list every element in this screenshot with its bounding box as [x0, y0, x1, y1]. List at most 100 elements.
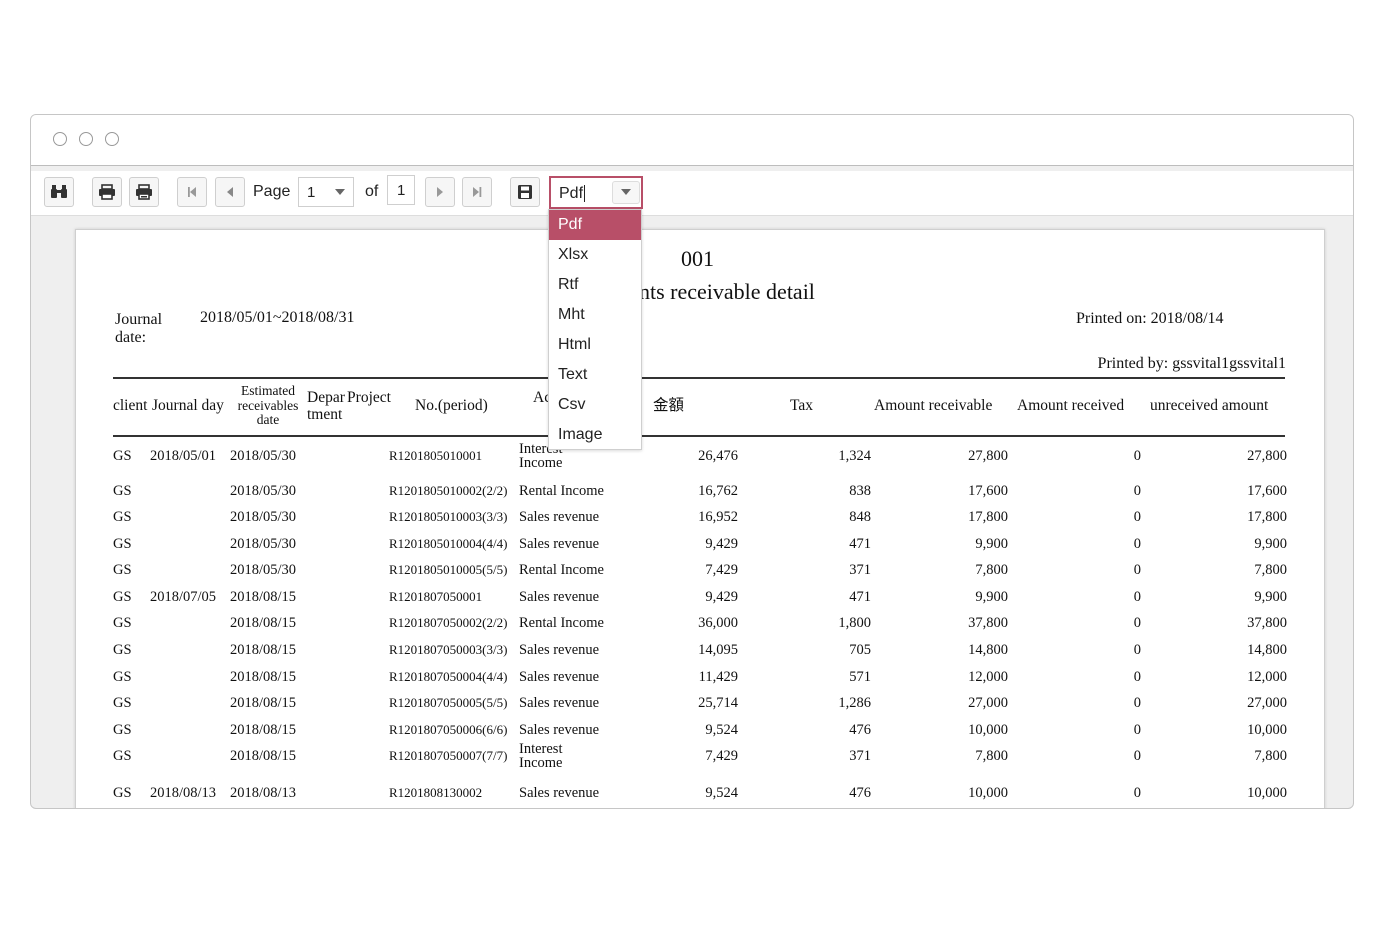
- format-option-html[interactable]: Html: [549, 330, 641, 360]
- text-caret: [584, 185, 585, 202]
- cell-client: GS: [113, 695, 132, 711]
- cell-tax: 1,286: [838, 695, 871, 711]
- cell-account: Sales revenue: [519, 669, 600, 685]
- cell-account: Sales revenue: [519, 785, 600, 801]
- cell-amount: 16,952: [698, 509, 738, 525]
- cell-tax: 471: [849, 536, 871, 552]
- cell-amount: 7,429: [705, 562, 738, 578]
- cell-no-period: R1201807050006(6/6): [389, 722, 508, 737]
- cell-unreceived-amount: 37,800: [1247, 615, 1287, 631]
- cell-no-period: R1201805010001: [389, 448, 483, 463]
- format-option-mht[interactable]: Mht: [549, 300, 641, 330]
- cell-amount-received: 0: [1133, 695, 1141, 711]
- cell-client: GS: [113, 589, 132, 605]
- total-pages-value: 1: [397, 182, 406, 199]
- col-department: Department: [307, 389, 345, 423]
- export-format-value: Pdf: [559, 185, 584, 202]
- cell-client: GS: [113, 642, 132, 658]
- cell-unreceived-amount: 9,900: [1254, 589, 1287, 605]
- cell-unreceived-amount: 12,000: [1247, 669, 1287, 685]
- cell-estimated-date: 2018/08/15: [230, 748, 297, 764]
- header-top-rule: [113, 377, 1285, 379]
- cell-amount-receivable: 9,900: [975, 536, 1008, 552]
- table-row: GS 2018/08/15 R1201807050002(2/2) Rental In…: [76, 610, 1324, 636]
- minimize-window-dot[interactable]: [79, 132, 93, 146]
- journal-date-value: 2018/05/01~2018/08/31: [200, 309, 355, 326]
- cell-amount-receivable: 9,900: [975, 589, 1008, 605]
- cell-amount-receivable: 7,800: [975, 748, 1008, 764]
- previous-page-button[interactable]: [215, 177, 245, 207]
- col-journal-day: Journal day: [152, 397, 224, 414]
- table-row: GS 2018/08/15 R1201807050004(4/4) Sales rev…: [76, 664, 1324, 690]
- cell-tax: 705: [849, 642, 871, 658]
- format-option-csv[interactable]: Csv: [549, 390, 641, 420]
- col-amount-receivable: Amount receivable: [874, 397, 993, 414]
- chevron-down-icon: [621, 189, 631, 195]
- dropdown-toggle[interactable]: [612, 181, 640, 204]
- col-amount: 金額: [653, 397, 685, 414]
- next-page-button[interactable]: [425, 177, 455, 207]
- last-page-button[interactable]: [462, 177, 492, 207]
- cell-amount: 9,429: [705, 536, 738, 552]
- cell-amount-received: 0: [1133, 615, 1141, 631]
- cell-amount-receivable: 12,000: [968, 669, 1008, 685]
- viewer-window: Page 1 of 1 Pdf 001 nts receivable detai…: [30, 114, 1354, 809]
- table-row: GS 2018/08/15 R1201807050007(7/7) Interest …: [76, 742, 1324, 771]
- cell-amount-received: 0: [1133, 448, 1141, 464]
- cell-client: GS: [113, 536, 132, 552]
- search-button[interactable]: [44, 177, 74, 207]
- page-label: Page: [253, 183, 291, 200]
- cell-amount: 14,095: [698, 642, 738, 658]
- col-tax: Tax: [790, 397, 814, 414]
- col-estimated-date: Estimated receivables date: [237, 383, 299, 427]
- cell-estimated-date: 2018/08/15: [230, 589, 297, 605]
- page-number-select[interactable]: 1: [298, 177, 354, 207]
- col-project: Project: [347, 389, 391, 406]
- cell-no-period: R1201805010002(2/2): [389, 483, 508, 498]
- cell-amount-received: 0: [1133, 669, 1141, 685]
- col-no-period: No.(period): [415, 397, 488, 414]
- cell-tax: 1,800: [838, 615, 871, 631]
- cell-tax: 371: [849, 562, 871, 578]
- format-option-xlsx[interactable]: Xlsx: [549, 240, 641, 270]
- close-window-dot[interactable]: [53, 132, 67, 146]
- cell-tax: 571: [849, 669, 871, 685]
- cell-account: Sales revenue: [519, 536, 600, 552]
- maximize-window-dot[interactable]: [105, 132, 119, 146]
- cell-no-period: R1201807050007(7/7): [389, 748, 508, 763]
- save-button[interactable]: [510, 177, 540, 207]
- cell-amount-receivable: 27,800: [968, 448, 1008, 464]
- cell-unreceived-amount: 10,000: [1247, 785, 1287, 801]
- report-title: nts receivable detail: [639, 279, 815, 304]
- cell-unreceived-amount: 27,800: [1247, 448, 1287, 464]
- cell-estimated-date: 2018/05/30: [230, 483, 297, 499]
- format-option-rtf[interactable]: Rtf: [549, 270, 641, 300]
- cell-no-period: R1201808130002: [389, 785, 483, 800]
- cell-amount-received: 0: [1133, 722, 1141, 738]
- cell-no-period: R1201807050001: [389, 589, 483, 604]
- print-button[interactable]: [92, 177, 122, 207]
- cell-account: Rental Income: [519, 483, 604, 499]
- cell-amount: 25,714: [698, 695, 738, 711]
- cell-estimated-date: 2018/05/30: [230, 509, 297, 525]
- cell-no-period: R1201807050002(2/2): [389, 615, 508, 630]
- cell-tax: 1,324: [838, 448, 871, 464]
- cell-client: GS: [113, 509, 132, 525]
- format-option-text[interactable]: Text: [549, 360, 641, 390]
- cell-amount-received: 0: [1133, 509, 1141, 525]
- cell-unreceived-amount: 7,800: [1254, 562, 1287, 578]
- export-format-select[interactable]: Pdf: [549, 176, 643, 209]
- cell-amount-receivable: 10,000: [968, 785, 1008, 801]
- cell-estimated-date: 2018/08/13: [230, 785, 297, 801]
- table-row: GS 2018/08/13 2018/08/13 R1201808130002 Sale…: [76, 780, 1324, 806]
- first-page-button[interactable]: [177, 177, 207, 207]
- cell-amount-receivable: 27,000: [968, 695, 1008, 711]
- format-option-image[interactable]: Image: [549, 420, 641, 450]
- cell-amount-receivable: 7,800: [975, 562, 1008, 578]
- cell-client: GS: [113, 483, 132, 499]
- cell-amount: 36,000: [698, 615, 738, 631]
- cell-unreceived-amount: 17,800: [1247, 509, 1287, 525]
- format-option-pdf[interactable]: Pdf: [549, 210, 641, 240]
- print-current-page-button[interactable]: [129, 177, 159, 207]
- cell-account: Sales revenue: [519, 722, 600, 738]
